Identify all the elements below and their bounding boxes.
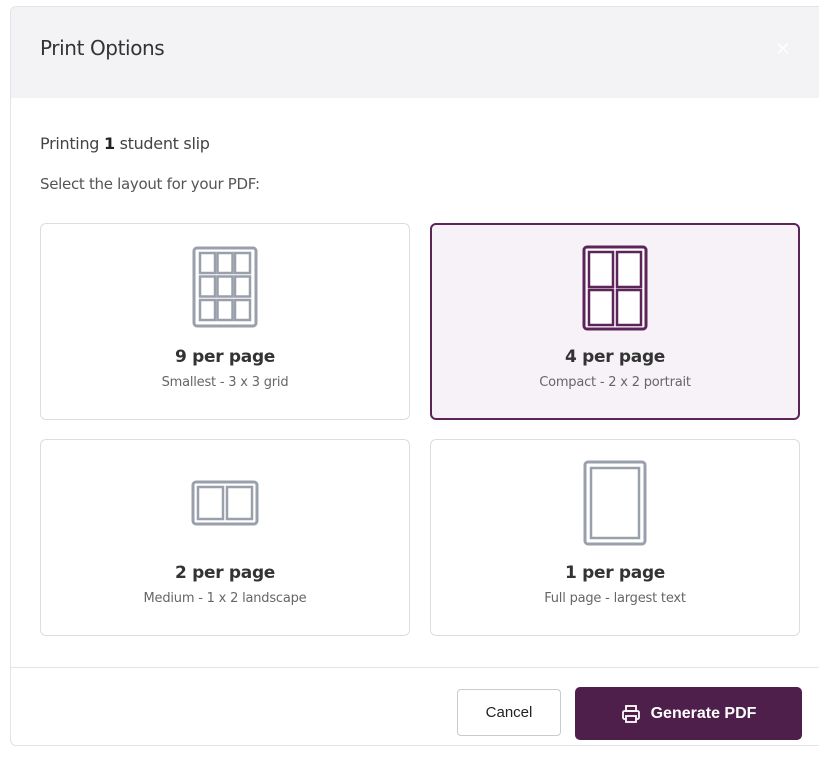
printing-prefix: Printing <box>40 134 104 153</box>
cancel-button[interactable]: Cancel <box>457 689 561 736</box>
printing-suffix: student slip <box>114 134 210 153</box>
grid-3x3-icon <box>192 246 258 328</box>
grid-1x2-icon <box>191 480 259 526</box>
option-title: 2 per page <box>174 563 276 583</box>
option-description: Medium - 1 x 2 landscape <box>143 591 307 606</box>
option-2-per-page[interactable]: 2 per page Medium - 1 x 2 landscape <box>40 439 410 636</box>
option-title: 1 per page <box>564 563 666 583</box>
printer-icon <box>621 704 640 723</box>
option-1-per-page[interactable]: 1 per page Full page - largest text <box>430 439 800 636</box>
footer-divider <box>11 667 819 668</box>
option-description: Full page - largest text <box>544 591 686 606</box>
printing-count: 1 <box>103 134 115 153</box>
single-page-icon <box>583 460 647 546</box>
printing-summary: Printing 1 student slip <box>40 134 210 153</box>
option-title: 4 per page <box>564 347 666 367</box>
option-4-per-page[interactable]: 4 per page Compact - 2 x 2 portrait <box>430 223 800 420</box>
generate-pdf-button[interactable]: Generate PDF <box>575 687 802 740</box>
close-icon[interactable]: ✕ <box>773 39 793 59</box>
option-9-per-page[interactable]: 9 per page Smallest - 3 x 3 grid <box>40 223 410 420</box>
generate-pdf-label: Generate PDF <box>650 704 757 722</box>
option-title: 9 per page <box>174 347 276 367</box>
grid-2x2-icon <box>582 245 648 331</box>
print-options-dialog: Print Options ✕ Printing 1 student slip … <box>10 6 819 746</box>
dialog-header: Print Options ✕ <box>11 7 819 98</box>
option-description: Smallest - 3 x 3 grid <box>161 375 289 390</box>
layout-instruction: Select the layout for your PDF: <box>40 175 260 193</box>
dialog-title: Print Options <box>40 36 165 60</box>
option-description: Compact - 2 x 2 portrait <box>539 375 691 390</box>
